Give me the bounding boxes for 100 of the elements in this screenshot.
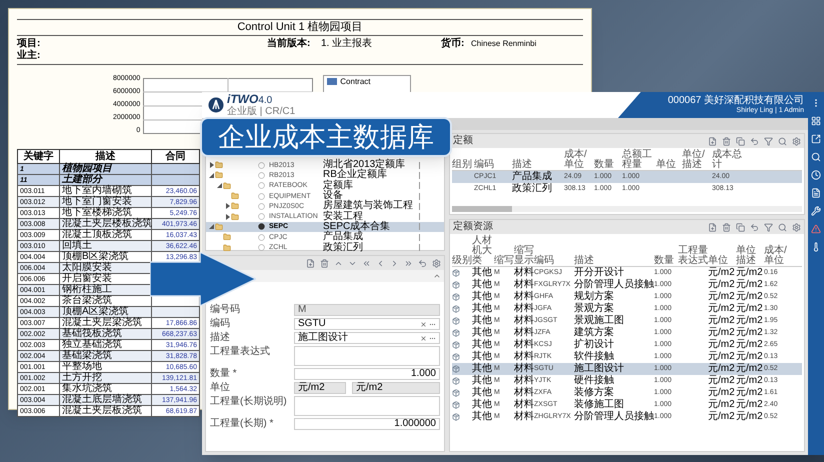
grid-cell: 元/m2 [736,412,763,422]
grid-cell: 其他 [472,400,492,410]
column-header: 描述 [60,150,152,164]
app-subtitle: 企业版 | CR/C1 [227,106,296,117]
grid-cell: 元/m2 [708,388,735,398]
column-header[interactable]: 数量 [654,256,678,266]
field-label: 编号码 [210,304,241,316]
grid-cell: 政策汇列 [512,184,552,194]
grid-cell: 元/m2 [736,352,763,362]
column-header[interactable]: 人材机大类 [472,236,494,266]
grid-cell: 材料 [514,292,534,302]
grid-cell: 元/m2 [736,340,763,350]
tree-description: 安装工程 [323,212,363,222]
grid-cell: 元/m2 [708,292,735,302]
column-header: 合同 [152,150,200,164]
input-field: 元/m2 [352,382,440,394]
field-label: 工程量(长期说明) [210,396,288,408]
field-label: 业主: [17,50,42,62]
column-header[interactable]: 描述 [574,256,654,266]
panel-title: 定额 [453,136,473,146]
tree-description: 产品集成 [323,232,364,242]
field-label: 工程量表达式 [210,346,271,358]
grid-cell: 元/m2 [708,328,735,338]
grid-cell: 其他 [472,364,492,374]
grid-cell: 元/m2 [736,388,763,398]
grid-cell: 材料 [514,388,534,398]
version-text: 4.0 [258,96,272,106]
grid-cell: 材料 [514,352,534,362]
grid-cell: 元/m2 [736,316,763,326]
grid-cell: 元/m2 [708,364,735,374]
grid-cell: 分阶管理人员接触 [574,412,654,422]
column-header[interactable]: 单位 [656,160,682,170]
grid-cell: 元/m2 [708,352,735,362]
grid-cell: 材料 [514,316,534,326]
table-cell: 混凝土夹层板浇筑 [60,406,152,416]
field-label: 货币: [441,38,466,50]
grid-cell: 施工图设计 [574,364,624,374]
grid-cell: 元/m2 [736,328,763,338]
callout-label: 企业成本主数据库 [200,117,452,157]
field-value: 1. 业主报表 [321,38,374,50]
column-header[interactable]: 总额工程量 [622,150,656,170]
field-label: 当前版本: [267,38,312,50]
grid-cell: 元/m2 [708,412,735,422]
column-header[interactable]: 组别 [452,160,474,170]
grid-cell: 开分开设计 [574,268,624,278]
column-header[interactable]: 成本/单位 [764,246,790,266]
input-field[interactable]: 1.000 [294,368,440,380]
grid-cell: 元/m2 [708,316,735,326]
grid-cell: 其他 [472,292,492,302]
column-header[interactable]: 单位/描述 [682,150,712,170]
grid-cell: 元/m2 [708,304,735,314]
column-header[interactable]: 成本总计 [712,150,742,170]
lookup-field[interactable]: 施工图设计 [294,332,440,344]
grid-cell: 其他 [472,328,492,338]
grid-cell: 材料 [514,280,534,290]
grid-cell: 其他 [472,352,492,362]
column-header[interactable]: 缩写 [494,256,514,266]
grid-cell: 元/m2 [736,364,763,374]
grid-cell: 材料 [514,376,534,386]
tree-description: 政策汇列 [323,242,364,253]
field-value: Chinese Renminbi [471,38,536,50]
grid-cell: 其他 [472,316,492,326]
grid-cell: 材料 [514,268,534,278]
grid-cell: 扩初设计 [574,340,614,350]
input-field: M [294,304,440,316]
grid-cell: 元/m2 [736,292,763,302]
field-label: 项目: [17,38,42,49]
column-header[interactable]: 描述 [512,160,564,170]
tree-description: RB企业定额库 [323,170,388,180]
grid-cell: 装修施工图 [574,400,624,410]
report-title: Control Unit 1 植物园项目 [237,20,363,35]
grid-cell: 其他 [472,280,492,290]
grid-cell: 元/m2 [708,376,735,386]
grid-cell: 其他 [472,388,492,398]
column-header[interactable]: 单位描述 [736,246,764,266]
column-header[interactable]: 单位 [708,256,736,266]
tree-description: 房屋建筑与装饰工程 [323,201,414,212]
grid-cell: 材料 [514,328,534,338]
grid-cell: 元/m2 [708,400,735,410]
grid-cell: 软件接触 [574,352,614,362]
column-header[interactable]: 编码 [534,256,574,266]
grid-cell: 其他 [472,412,492,422]
input-field[interactable]: 1.000000 [294,418,440,430]
column-header[interactable]: 缩写显示 [514,246,534,266]
column-header[interactable]: 成本/单位 [564,150,594,170]
column-header: 关键字 [18,150,60,164]
field-label: 单位 [210,382,231,394]
grid-cell: 材料 [514,400,534,410]
column-header[interactable]: 编码 [474,160,512,170]
column-header[interactable]: 数量 [594,160,622,170]
grid-cell: 元/m2 [736,280,763,290]
column-header[interactable]: 级别 [452,256,472,266]
lookup-field[interactable]: SGTU [294,318,440,330]
column-header[interactable]: 工程量表达式 [678,246,708,266]
legend-label: Contract [340,77,370,86]
grid-cell: 元/m2 [736,400,763,410]
grid-cell: 其他 [472,304,492,314]
logo-text: iTWO [227,93,258,105]
grid-cell: 材料 [514,304,534,314]
grid-cell: 其他 [472,268,492,278]
